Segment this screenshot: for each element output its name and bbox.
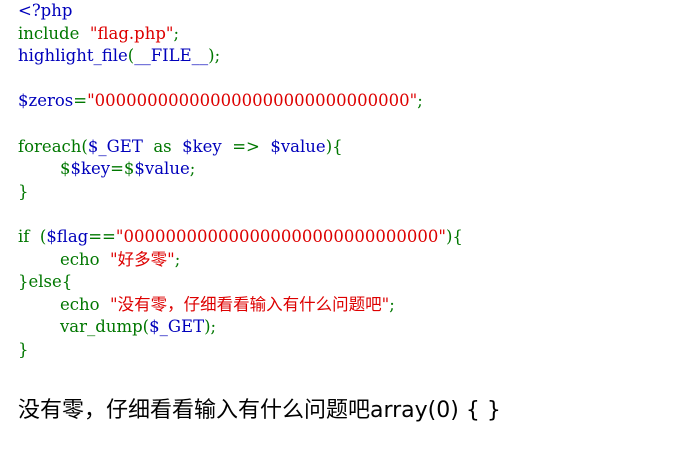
code-token: ){ bbox=[446, 226, 463, 246]
code-token: "好多零" bbox=[110, 249, 175, 269]
code-line: $$key=$$value; bbox=[18, 158, 463, 181]
code-token: $ bbox=[18, 159, 71, 179]
code-token: ; bbox=[389, 294, 395, 314]
code-token: } bbox=[18, 339, 29, 359]
code-line: } bbox=[18, 339, 463, 362]
code-token: =$ bbox=[110, 159, 135, 179]
code-token: $key bbox=[70, 159, 111, 179]
code-token: == bbox=[88, 226, 116, 246]
code-token: $_GET bbox=[87, 136, 143, 156]
code-token: ; bbox=[174, 249, 181, 269]
code-token: as bbox=[142, 136, 183, 156]
code-token: }else{ bbox=[18, 272, 73, 292]
code-line: include "flag.php"; bbox=[18, 23, 463, 46]
code-token: echo bbox=[18, 249, 111, 269]
code-token: <?php bbox=[18, 1, 73, 20]
code-token: $value bbox=[270, 136, 326, 156]
code-token: => bbox=[221, 136, 271, 156]
code-token: include bbox=[18, 23, 80, 43]
highlighted-source-code: <?php include "flag.php"; highlight_file(_… bbox=[18, 0, 463, 362]
code-token: $key bbox=[182, 136, 222, 156]
code-token: __FILE__ bbox=[134, 46, 209, 66]
code-token: $value bbox=[134, 159, 190, 179]
code-line: <?php bbox=[18, 0, 463, 23]
code-token: echo bbox=[18, 294, 111, 314]
script-output: 没有零，仔细看看输入有什么问题吧array(0) { } bbox=[18, 398, 501, 423]
code-line: var_dump($_GET); bbox=[18, 316, 463, 339]
code-token: highlight_file bbox=[18, 46, 128, 66]
code-line: $zeros="000000000000000000000000000000"; bbox=[18, 90, 463, 113]
code-line: echo "没有零，仔细看看输入有什么问题吧"; bbox=[18, 294, 463, 317]
code-token: $flag bbox=[46, 226, 89, 246]
code-token: = bbox=[73, 91, 88, 111]
code-token: var_dump bbox=[18, 317, 143, 337]
code-token: ); bbox=[204, 317, 217, 337]
code-token: $_GET bbox=[149, 317, 205, 337]
code-token: "没有零，仔细看看输入有什么问题吧" bbox=[110, 294, 390, 314]
code-line: } bbox=[18, 181, 463, 204]
code-token: ){ bbox=[325, 136, 343, 156]
code-line: }else{ bbox=[18, 271, 463, 294]
code-token: "000000000000000000000000000000" bbox=[115, 226, 446, 246]
code-token: } bbox=[18, 181, 29, 201]
code-token: if ( bbox=[18, 226, 47, 246]
code-line: highlight_file(__FILE__); bbox=[18, 45, 463, 68]
code-line: if ($flag=="0000000000000000000000000000… bbox=[18, 226, 463, 249]
code-token: ; bbox=[417, 91, 423, 111]
code-line: foreach($_GET as $key => $value){ bbox=[18, 136, 463, 159]
code-token: ; bbox=[189, 159, 196, 179]
code-token: "flag.php" bbox=[89, 23, 174, 43]
code-line: echo "好多零"; bbox=[18, 249, 463, 272]
code-token: $zeros bbox=[18, 91, 74, 111]
code-token: ; bbox=[173, 23, 180, 43]
code-token: "000000000000000000000000000000" bbox=[87, 91, 418, 111]
code-token: ); bbox=[208, 46, 221, 66]
code-token: foreach( bbox=[18, 136, 88, 156]
